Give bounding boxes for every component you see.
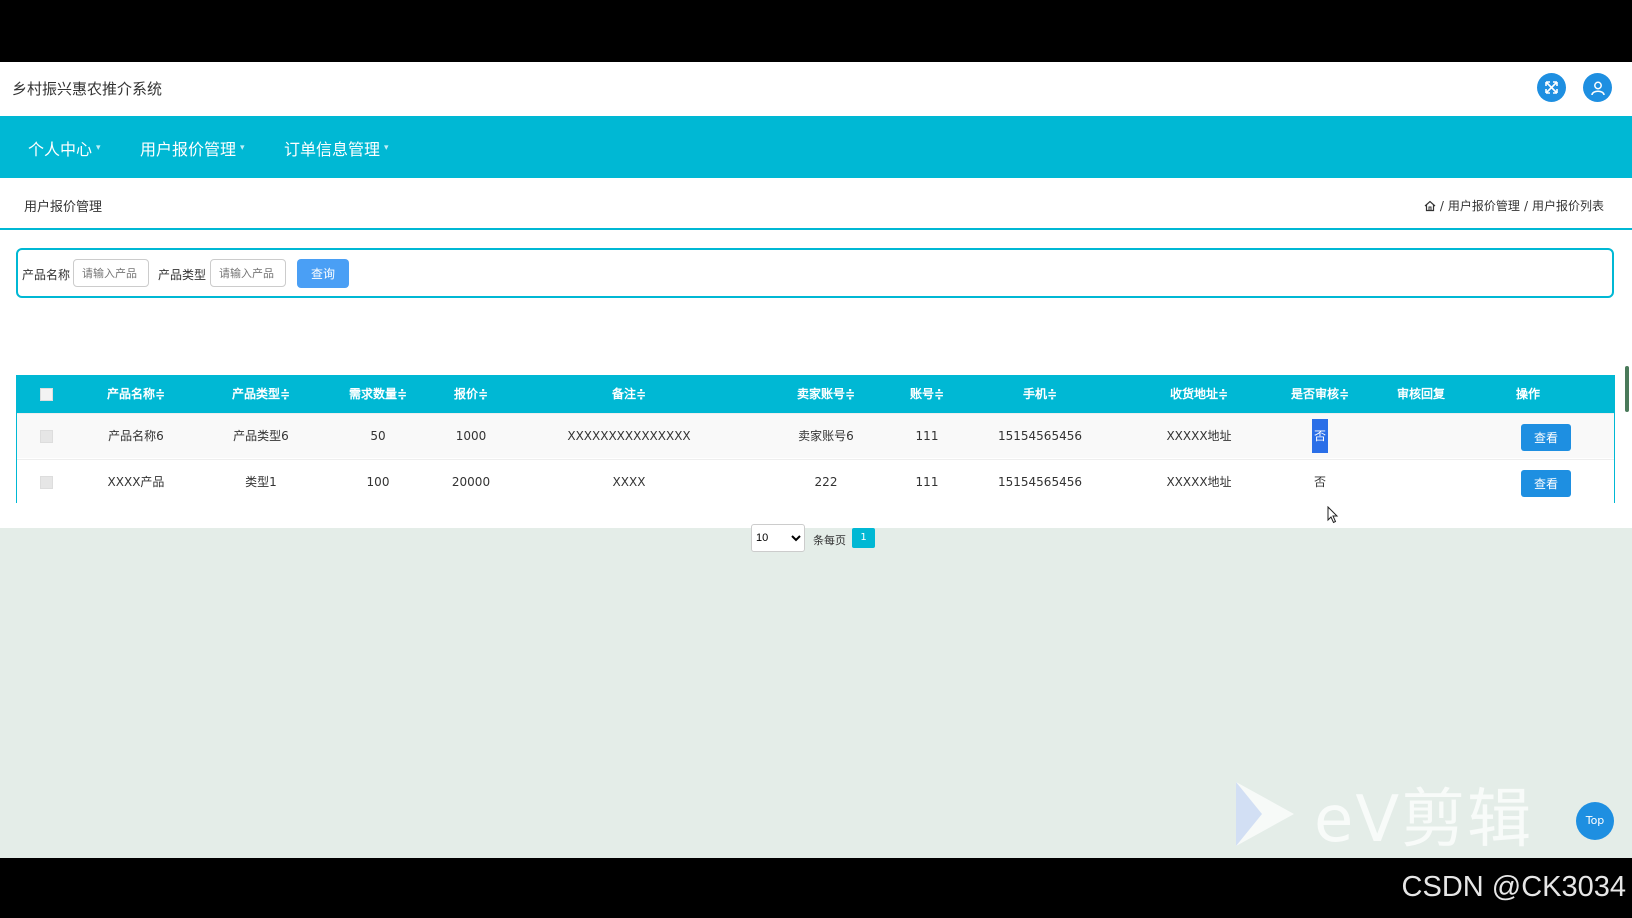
play-logo-icon [1236,782,1294,846]
app-window: 乡村振兴惠农推介系统 个人中心 ▾ 用户报价管理 ▾ 订单信息管理 ▾ 用户报价… [0,62,1632,858]
cell-reviewed: 否 [1280,414,1360,459]
page-title: 用户报价管理 [24,200,103,215]
selected-text: 否 [1311,419,1328,453]
per-page-label: 条每页 [813,534,846,547]
select-all-checkbox[interactable] [40,388,53,401]
product-name-input[interactable] [73,259,149,287]
watermark-text: eV剪辑 [1314,783,1534,857]
product-name-label: 产品名称 [22,268,71,282]
breadcrumb-separator: / [1439,198,1444,213]
search-form: 产品名称 产品类型 查询 [16,248,1614,298]
column-header: 操作 [1515,387,1540,401]
search-button[interactable]: 查询 [297,259,349,288]
back-to-top-button[interactable]: Top [1576,802,1614,840]
cell-phone: 15154565456 [998,429,1082,443]
cell-price: 20000 [451,475,491,489]
column-header[interactable]: 收货地址≑ [1149,376,1249,413]
table-row: 产品名称6 产品类型6 50 1000 XXXXXXXXXXXXXXX 卖家账号… [17,413,1614,458]
cell-account: 111 [915,475,939,489]
cell-remark: XXXXXXXXXXXXXXX [567,429,691,443]
cell-remark: XXXX [612,475,646,489]
column-header[interactable]: 卖家账号≑ [781,376,871,413]
cell-quantity: 100 [366,475,390,489]
column-header: 审核回复 [1396,387,1445,401]
cell-reviewed: 否 [1313,475,1326,489]
cell-review-reply [1381,414,1461,459]
fullscreen-button[interactable] [1537,73,1566,102]
cell-seller-account: 222 [814,475,838,489]
mouse-cursor-icon [1327,506,1339,524]
breadcrumb-item[interactable]: 用户报价管理 [1448,197,1520,214]
main-nav: 个人中心 ▾ 用户报价管理 ▾ 订单信息管理 ▾ [0,116,1632,178]
cell-quantity: 50 [370,429,386,443]
nav-item-order-management[interactable]: 订单信息管理 ▾ [284,136,389,160]
row-checkbox[interactable] [40,476,53,489]
nav-item-label: 用户报价管理 [140,140,237,159]
top-header: 乡村振兴惠农推介系统 [0,62,1632,116]
cell-phone: 15154565456 [998,475,1082,489]
view-button[interactable]: 查看 [1521,470,1571,497]
cell-product-name: 产品名称6 [108,429,164,443]
column-header[interactable]: 产品名称≑ [86,376,186,413]
user-button[interactable] [1583,73,1612,102]
caret-down-icon: ▾ [96,143,101,153]
column-header[interactable]: 产品类型≑ [211,376,311,413]
product-type-input[interactable] [210,259,286,287]
table-header: 产品名称≑ 产品类型≑ 需求数量≑ 报价≑ 备注≑ 卖家账号≑ 账号≑ 手机≑ … [17,376,1614,413]
cell-account: 111 [915,429,939,443]
column-header[interactable]: 报价≑ [436,376,506,413]
cell-address: XXXXX地址 [1166,475,1232,489]
cell-address: XXXXX地址 [1166,429,1232,443]
breadcrumb-separator: / [1523,198,1528,213]
column-header[interactable]: 手机≑ [995,376,1085,413]
cell-price: 1000 [455,429,487,443]
scrollbar-thumb[interactable] [1625,366,1629,412]
watermark: eV剪辑 [1232,768,1533,860]
product-type-label: 产品类型 [158,268,207,282]
credit-watermark: CSDN @CK3034 [1401,871,1626,903]
breadcrumb-item: 用户报价列表 [1531,199,1604,213]
page-size-select[interactable]: 10 [751,524,805,552]
cell-seller-account: 卖家账号6 [798,429,854,443]
fullscreen-icon [1545,81,1558,94]
cell-review-reply [1381,460,1461,505]
column-header[interactable]: 是否审核≑ [1280,376,1360,413]
column-header[interactable]: 需求数量≑ [333,376,423,413]
cell-product-type: 产品类型6 [233,429,289,443]
nav-item-quote-management[interactable]: 用户报价管理 ▾ [140,136,245,160]
quote-table: 产品名称≑ 产品类型≑ 需求数量≑ 报价≑ 备注≑ 卖家账号≑ 账号≑ 手机≑ … [16,375,1615,504]
table-row: XXXX产品 类型1 100 20000 XXXX 222 111 151545… [17,459,1614,504]
view-button[interactable]: 查看 [1521,424,1571,451]
nav-item-label: 订单信息管理 [284,140,381,159]
user-icon [1590,81,1605,95]
column-header[interactable]: 备注≑ [554,376,704,413]
page-number-current[interactable]: 1 [852,528,875,548]
caret-down-icon: ▾ [240,143,245,153]
nav-item-personal-center[interactable]: 个人中心 ▾ [28,136,101,160]
caret-down-icon: ▾ [384,143,389,153]
cell-product-name: XXXX产品 [107,475,165,489]
column-header[interactable]: 账号≑ [902,376,952,413]
breadcrumb: / 用户报价管理 / 用户报价列表 [1424,197,1604,214]
home-icon[interactable] [1424,200,1436,212]
breadcrumb-bar: 用户报价管理 / 用户报价管理 / 用户报价列表 [0,178,1632,230]
row-checkbox[interactable] [40,430,53,443]
cell-product-type: 类型1 [245,475,277,489]
nav-item-label: 个人中心 [28,140,93,159]
content-panel: 用户报价管理 / 用户报价管理 / 用户报价列表 产品名称 产品类型 查询 产品… [0,178,1632,552]
app-title: 乡村振兴惠农推介系统 [12,80,163,98]
